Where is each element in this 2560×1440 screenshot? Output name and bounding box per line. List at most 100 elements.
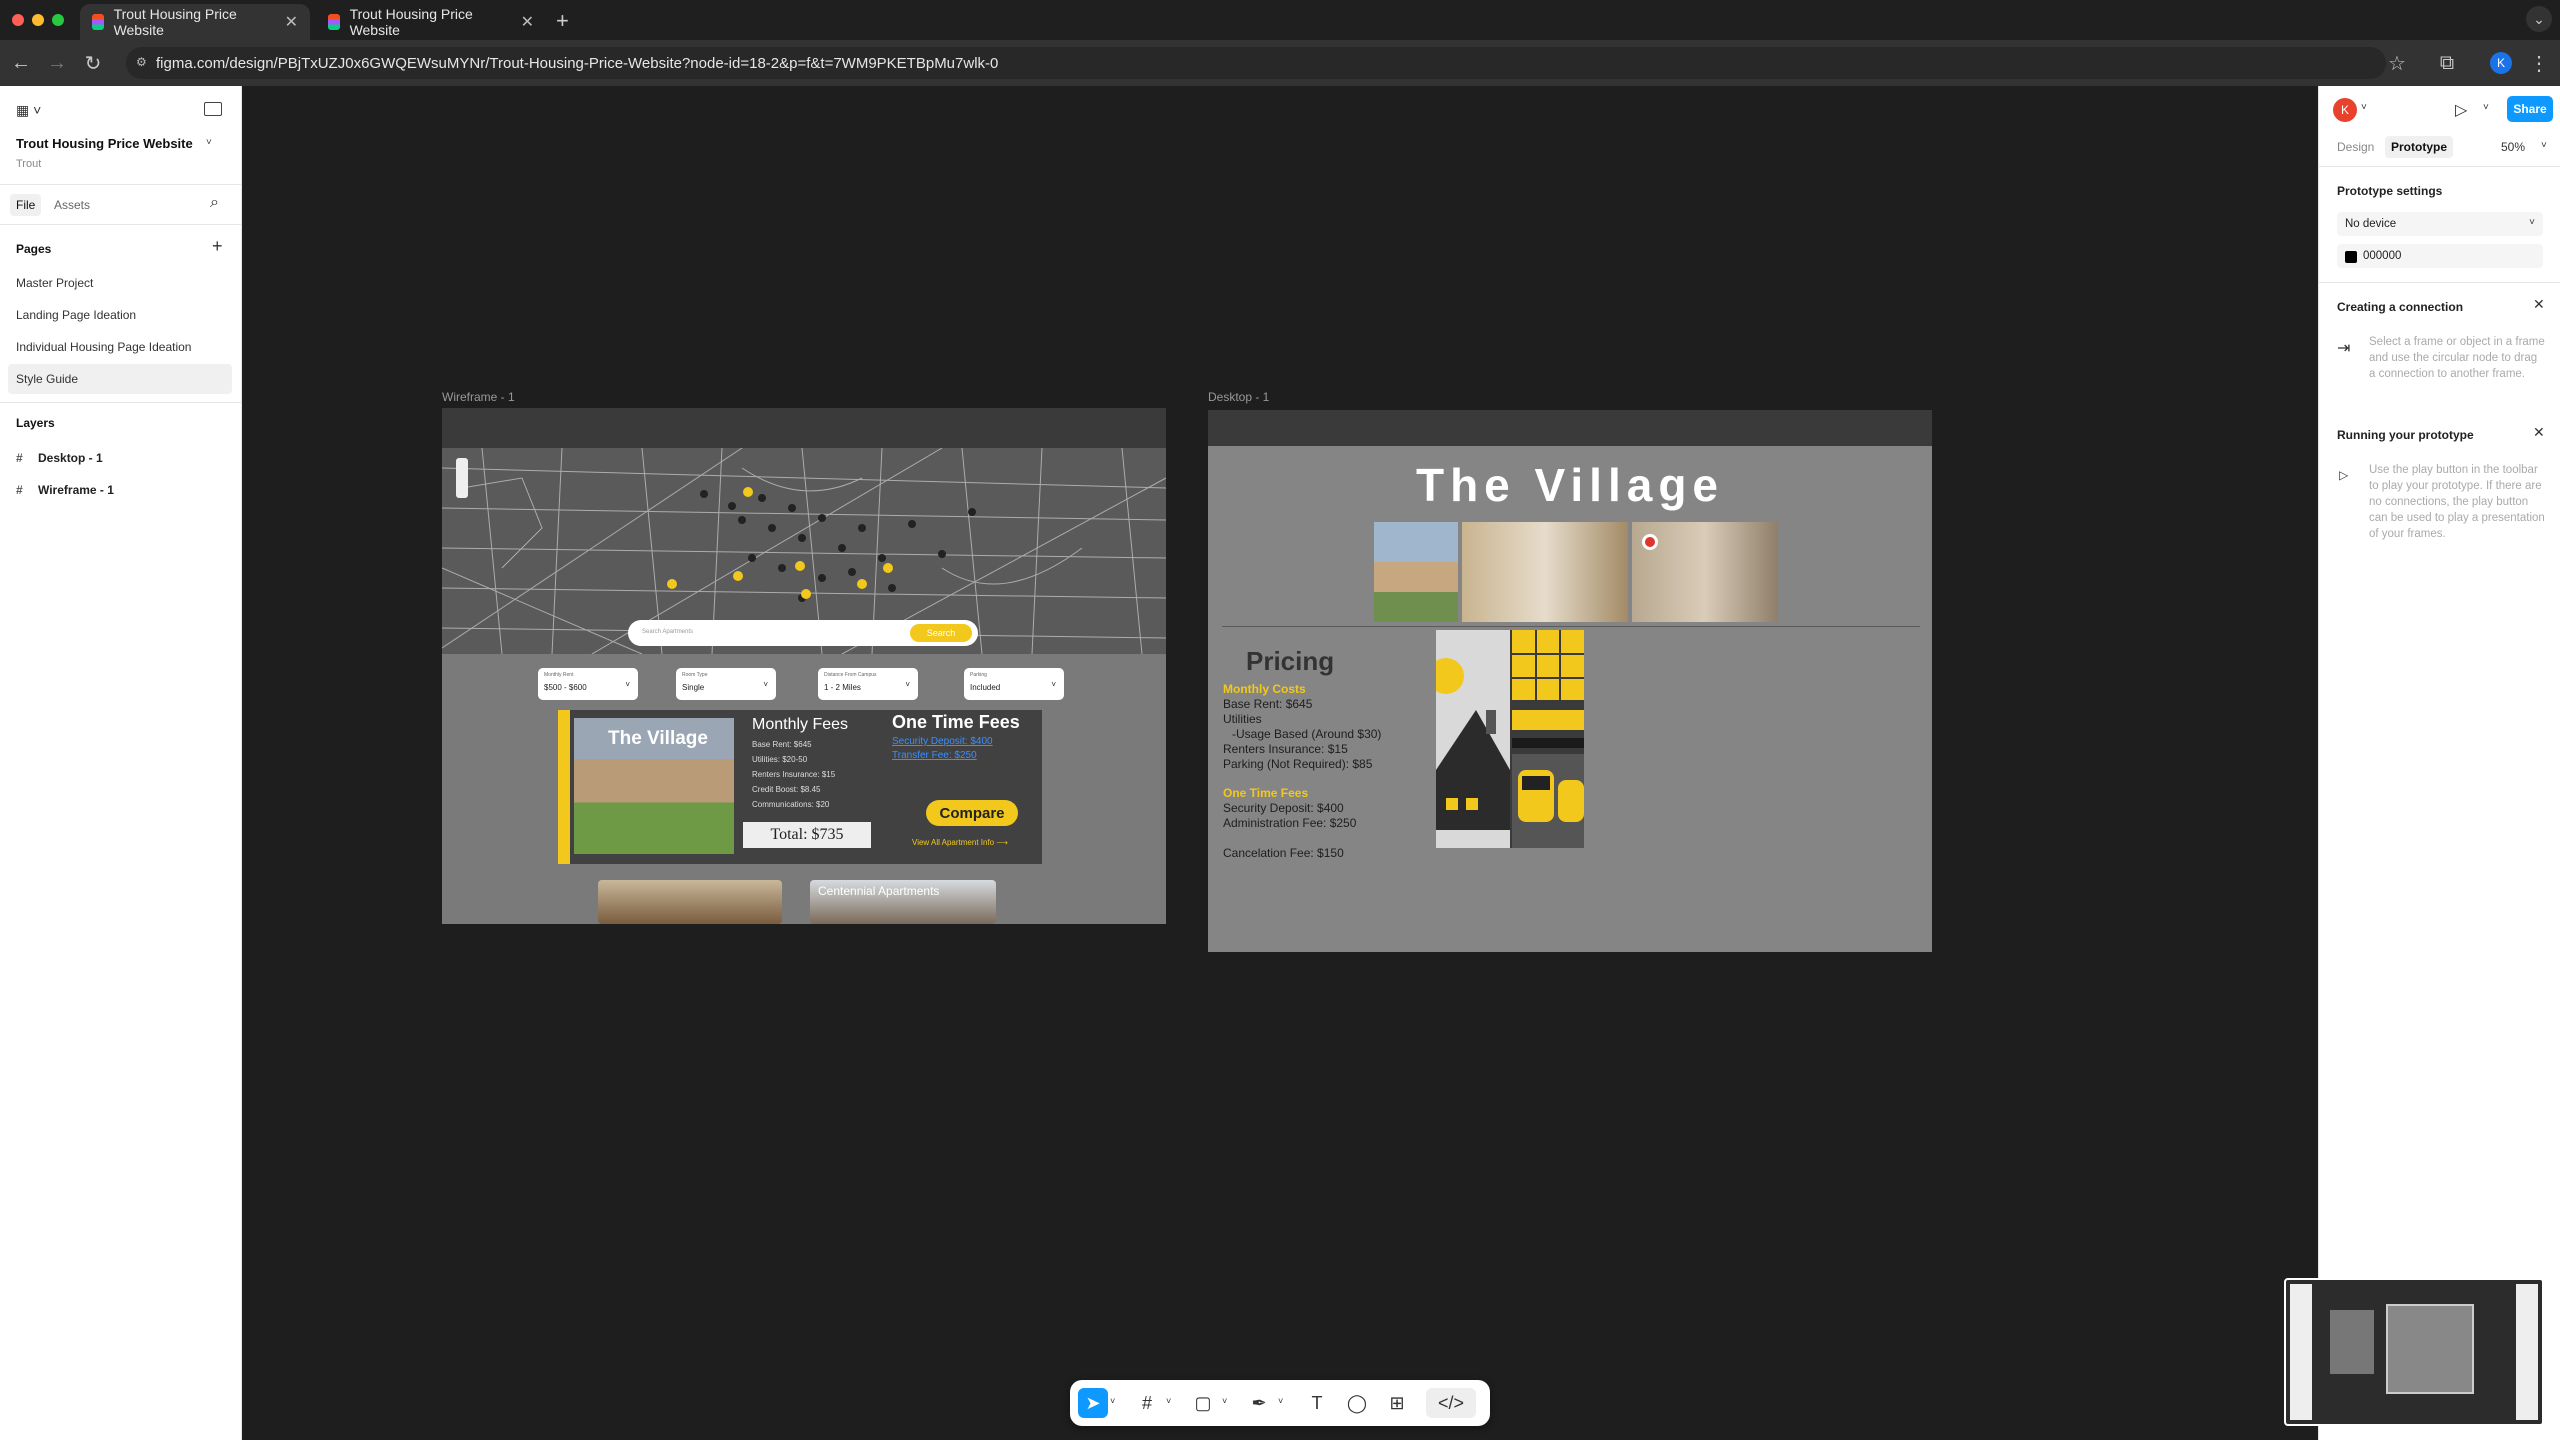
fee-line: Utilities: $20-50: [752, 755, 808, 764]
maximize-window-icon[interactable]: [52, 14, 64, 26]
tab-file[interactable]: File: [10, 194, 42, 216]
present-play-icon[interactable]: ▷: [2455, 100, 2467, 120]
pen-tool-icon[interactable]: ✒: [1244, 1388, 1274, 1418]
desktop-title: The Village: [1415, 459, 1725, 511]
minimize-window-icon[interactable]: [32, 14, 44, 26]
share-button[interactable]: Share: [2507, 96, 2553, 122]
close-icon[interactable]: ✕: [2533, 296, 2545, 313]
filter-value: 1 - 2 Miles: [824, 683, 861, 692]
tab-prototype[interactable]: Prototype: [2385, 136, 2454, 158]
frame-tool-chevron-icon[interactable]: ˅: [1166, 1396, 1171, 1406]
forward-icon[interactable]: →: [42, 48, 72, 78]
frame-label-wireframe[interactable]: Wireframe - 1: [442, 390, 515, 404]
layer-item-wireframe[interactable]: # Wireframe - 1: [16, 476, 114, 504]
close-window-icon[interactable]: [12, 14, 24, 26]
browser-tab-active[interactable]: Trout Housing Price Website ✕: [80, 4, 310, 40]
filter-distance[interactable]: Distance From Campus 1 - 2 Miles ˅: [818, 668, 918, 700]
canvas-minimap[interactable]: [2284, 1278, 2544, 1426]
move-tool-icon[interactable]: ➤: [1078, 1388, 1108, 1418]
filter-value: Single: [682, 683, 705, 692]
user-avatar[interactable]: K: [2333, 98, 2357, 122]
filter-room-type[interactable]: Room Type Single ˅: [676, 668, 776, 700]
toggle-sidebar-icon[interactable]: [204, 102, 222, 116]
wireframe-frame[interactable]: Search Apartments Search Monthly Rent $5…: [442, 408, 1166, 924]
color-swatch[interactable]: [2345, 251, 2357, 263]
wireframe-search-bar[interactable]: Search Apartments Search: [628, 620, 978, 646]
new-tab-icon[interactable]: +: [556, 8, 569, 34]
file-menu-chevron-icon[interactable]: ˅: [206, 137, 212, 148]
browser-menu-icon[interactable]: ⋮: [2524, 48, 2554, 78]
team-name[interactable]: Trout: [16, 158, 41, 170]
minimap-viewport[interactable]: [2386, 1304, 2474, 1394]
minimap-frame: [2330, 1310, 2374, 1374]
url-input[interactable]: ⚙ figma.com/design/PBjTxUZJ0x6GWQEWsuMYN…: [126, 47, 2386, 79]
add-page-icon[interactable]: +: [212, 236, 223, 257]
tab-title: Trout Housing Price Website: [349, 6, 473, 38]
dev-mode-toggle-icon[interactable]: </>: [1426, 1388, 1476, 1418]
move-tool-chevron-icon[interactable]: ˅: [1110, 1396, 1115, 1406]
figma-menu-icon[interactable]: ▦ ˅: [16, 102, 41, 119]
bookmark-star-icon[interactable]: ☆: [2382, 48, 2412, 78]
divider: [2319, 282, 2560, 283]
zoom-level[interactable]: 50%: [2501, 140, 2525, 154]
frame-tool-icon[interactable]: #: [1132, 1388, 1162, 1418]
tab-search-icon[interactable]: ⌄: [2526, 6, 2552, 32]
wireframe-search-button[interactable]: Search: [910, 624, 972, 642]
one-time-fee-link[interactable]: Transfer Fee: $250: [892, 750, 977, 761]
text-tool-icon[interactable]: T: [1302, 1388, 1332, 1418]
frame-label-desktop[interactable]: Desktop - 1: [1208, 390, 1269, 404]
one-time-fees-heading: One Time Fees: [1223, 786, 1309, 800]
reload-icon[interactable]: ↻: [78, 48, 108, 78]
filter-label: Room Type: [682, 672, 708, 678]
tab-design[interactable]: Design: [2337, 140, 2374, 154]
actions-tool-icon[interactable]: ⊞: [1382, 1388, 1412, 1418]
compare-button[interactable]: Compare: [926, 800, 1018, 826]
profile-avatar[interactable]: K: [2490, 52, 2512, 74]
apartment-photo: The Village: [574, 718, 734, 854]
filter-label: Parking: [970, 672, 987, 678]
avatar-chevron-icon[interactable]: ˅: [2361, 102, 2367, 113]
page-item-style-guide[interactable]: Style Guide: [8, 364, 232, 394]
cost-line: -Usage Based (Around $30): [1232, 727, 1382, 741]
minimap-panel: [2290, 1284, 2312, 1420]
back-icon[interactable]: ←: [6, 48, 36, 78]
page-item-landing-page[interactable]: Landing Page Ideation: [0, 300, 232, 330]
frame-icon: #: [16, 451, 23, 465]
page-item-individual-housing[interactable]: Individual Housing Page Ideation: [0, 332, 232, 362]
close-icon[interactable]: ✕: [2533, 424, 2545, 441]
file-name[interactable]: Trout Housing Price Website: [16, 136, 193, 151]
view-all-link[interactable]: View All Apartment Info ⟶: [912, 838, 1008, 847]
device-select[interactable]: No device ˅: [2337, 212, 2543, 236]
filter-parking[interactable]: Parking Included ˅: [964, 668, 1064, 700]
close-tab-icon[interactable]: ✕: [285, 12, 298, 32]
close-tab-icon[interactable]: ✕: [521, 12, 534, 32]
one-time-fee-link[interactable]: Security Deposit: $400: [892, 736, 993, 747]
cost-line: Administration Fee: $250: [1223, 816, 1357, 830]
desktop-frame[interactable]: The Village Pricing Monthly Costs Base R…: [1208, 410, 1932, 952]
browser-tab-bar: Trout Housing Price Website ✕ Trout Hous…: [0, 0, 2560, 40]
site-info-icon[interactable]: ⚙: [136, 55, 147, 69]
color-hex: 000000: [2363, 250, 2402, 262]
search-icon[interactable]: ⌕: [210, 194, 219, 212]
extensions-icon[interactable]: ⧉: [2432, 48, 2462, 78]
apartment-card[interactable]: The Village Monthly Fees Base Rent: $645…: [558, 710, 1042, 864]
connection-description: Select a frame or object in a frame and …: [2369, 336, 2545, 380]
pen-tool-chevron-icon[interactable]: ˅: [1278, 1396, 1283, 1406]
zoom-chevron-icon[interactable]: ˅: [2541, 140, 2547, 151]
filter-monthly-rent[interactable]: Monthly Rent $500 - $600 ˅: [538, 668, 638, 700]
present-chevron-icon[interactable]: ˅: [2483, 102, 2489, 113]
shape-tool-chevron-icon[interactable]: ˅: [1222, 1396, 1227, 1406]
filter-value: $500 - $600: [544, 683, 587, 692]
tab-assets[interactable]: Assets: [54, 198, 90, 212]
background-color-field[interactable]: 000000: [2337, 244, 2543, 268]
filter-value: Included: [970, 683, 1001, 692]
page-item-master-project[interactable]: Master Project: [0, 268, 232, 298]
rectangle-tool-icon[interactable]: ▢: [1188, 1388, 1218, 1418]
frame-icon: #: [16, 483, 23, 497]
browser-tab[interactable]: Trout Housing Price Website ✕: [316, 4, 546, 40]
right-sidebar: K ˅ ▷ ˅ Share Design Prototype 50% ˅ Pro…: [2318, 86, 2560, 1440]
layer-item-desktop[interactable]: # Desktop - 1: [16, 444, 103, 472]
comment-tool-icon[interactable]: ◯: [1342, 1388, 1372, 1418]
apartment-thumbnail: [598, 880, 782, 924]
url-text: figma.com/design/PBjTxUZJ0x6GWQEWsuMYNr/…: [156, 54, 999, 72]
